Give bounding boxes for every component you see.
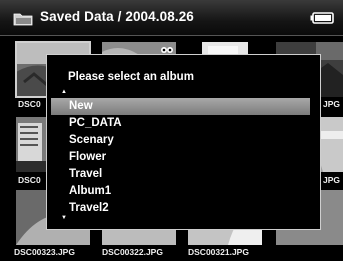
- battery-icon: [310, 12, 334, 24]
- album-item-travel2[interactable]: Travel2: [51, 200, 310, 217]
- album-item-flower[interactable]: Flower: [51, 149, 310, 166]
- album-item-scenary[interactable]: Scenary: [51, 132, 310, 149]
- scroll-up-icon[interactable]: ▲: [61, 89, 67, 95]
- album-item-travel[interactable]: Travel: [51, 166, 310, 183]
- title-bar: Saved Data / 2004.08.26: [0, 0, 343, 36]
- thumbnail-filename: DSC00322.JPG: [102, 247, 163, 257]
- scroll-down-icon[interactable]: ▼: [61, 215, 67, 221]
- thumbnail-filename: JPG: [323, 99, 341, 109]
- thumbnail-filename: DSC0: [18, 175, 41, 185]
- album-item-pc-data[interactable]: PC_DATA: [51, 115, 310, 132]
- folder-icon: [13, 13, 33, 26]
- dialog-title: Please select an album: [68, 71, 194, 83]
- thumbnail-filename: DSC00323.JPG: [14, 247, 75, 257]
- album-list: New PC_DATA Scenary Flower Travel Album1…: [51, 98, 310, 217]
- thumbnail-filename: DSC00321.JPG: [188, 247, 249, 257]
- album-select-dialog: Please select an album ▲ New PC_DATA Sce…: [46, 54, 321, 230]
- thumbnail-filename: DSC0: [18, 99, 41, 109]
- page-title: Saved Data / 2004.08.26: [40, 9, 194, 24]
- thumbnail-filename: JPG: [323, 175, 341, 185]
- album-item-album1[interactable]: Album1: [51, 183, 310, 200]
- album-item-new[interactable]: New: [51, 98, 310, 115]
